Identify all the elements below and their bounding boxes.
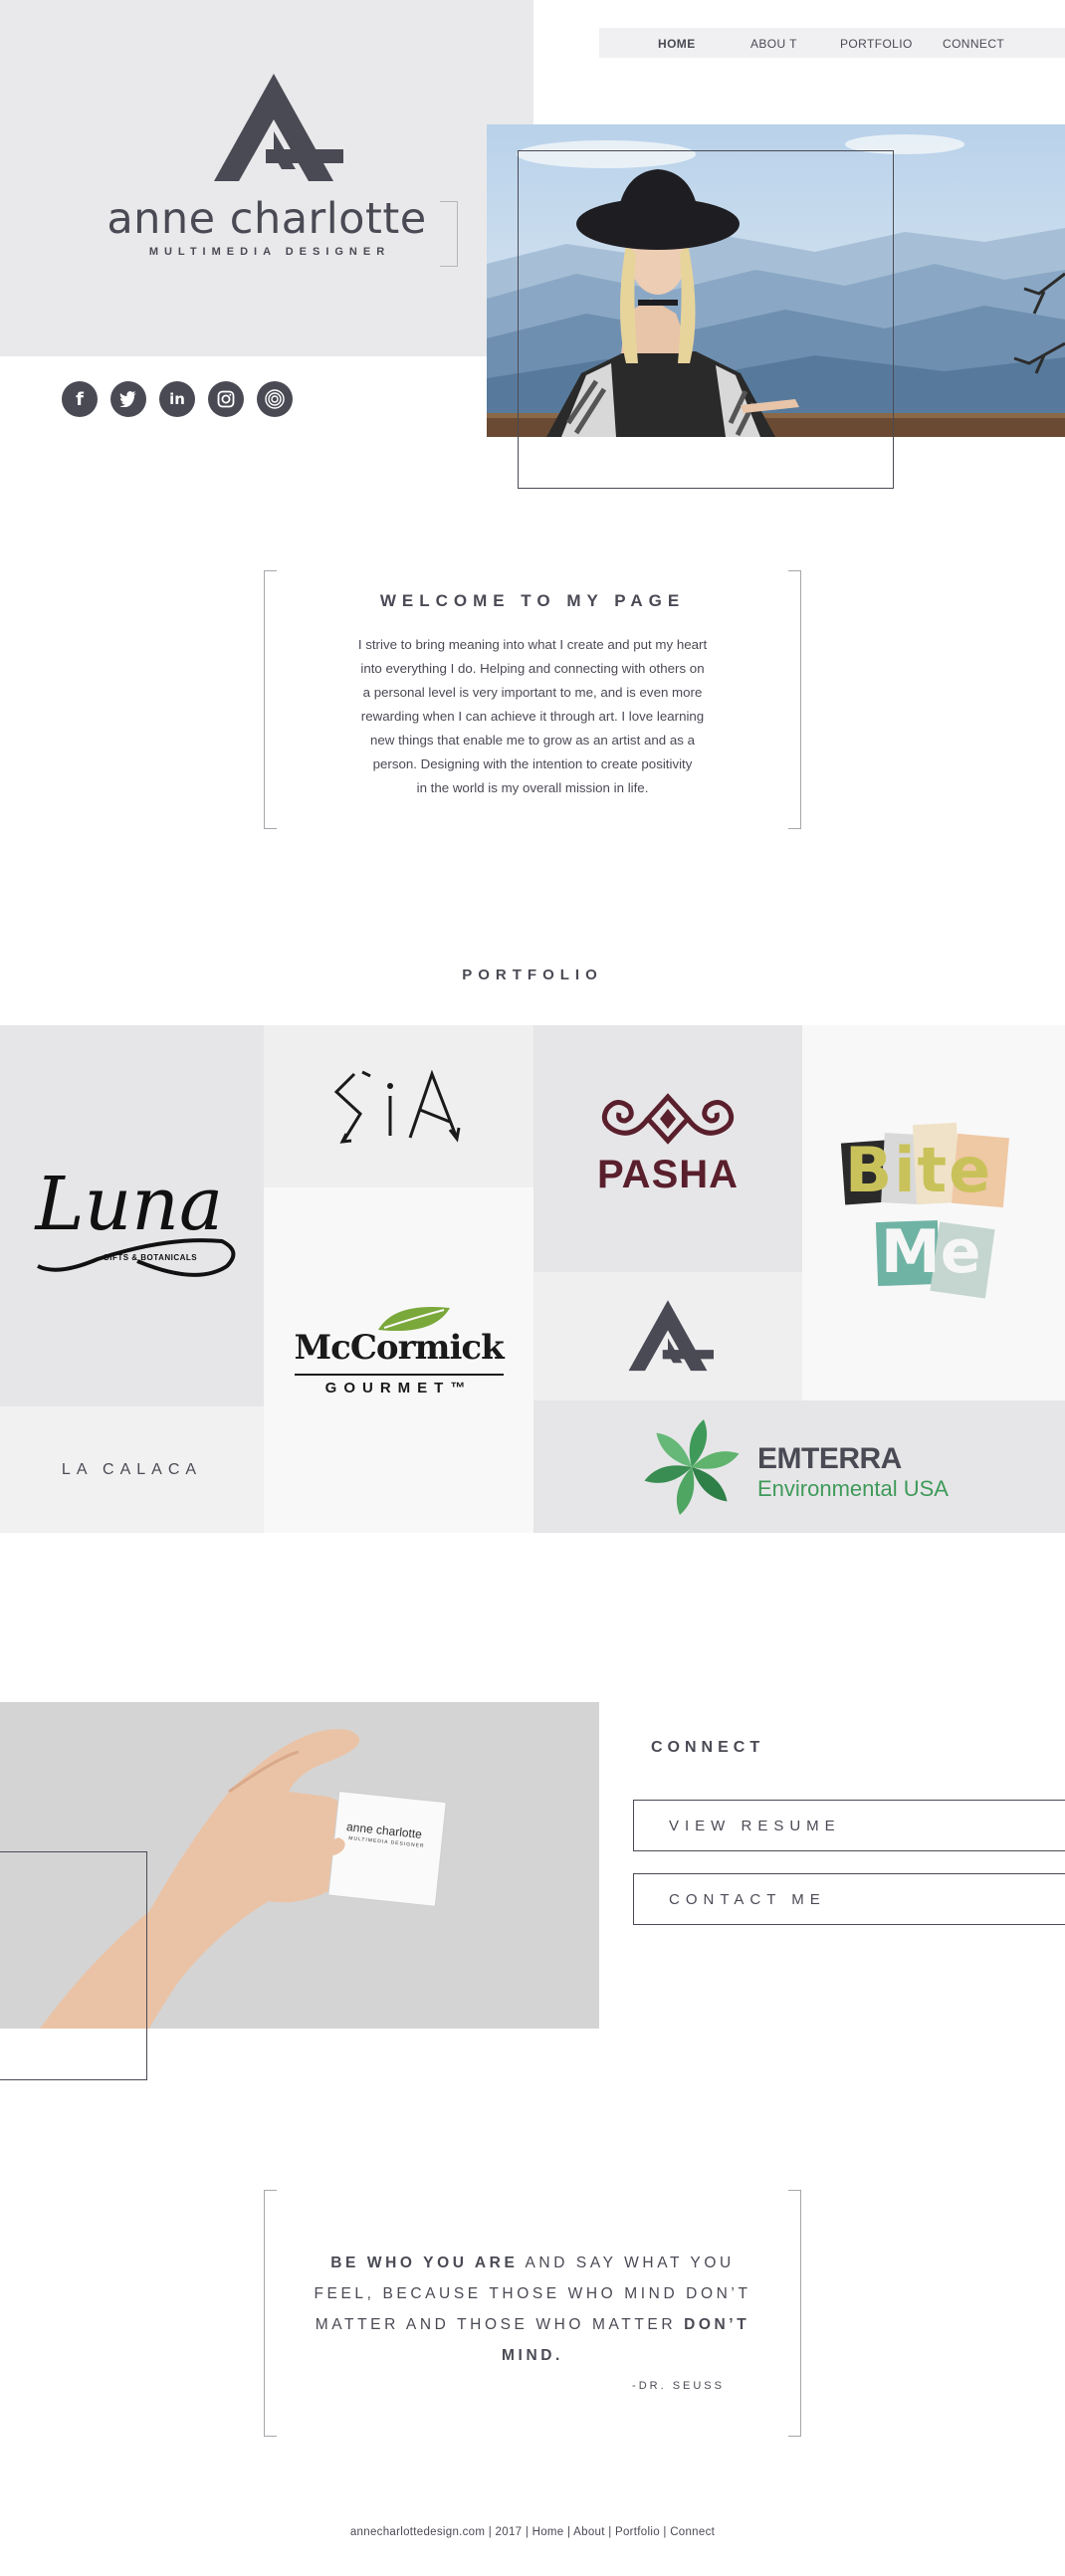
portfolio-tile-emterra[interactable]: EMTERRA Environmental USA — [533, 1400, 1065, 1533]
pasha-ornament-icon — [601, 1093, 735, 1145]
contact-me-button[interactable]: CONTACT ME — [633, 1873, 1065, 1925]
luna-wordmark: Luna — [35, 1161, 224, 1247]
footer: annecharlottedesign.com | 2017 | Home | … — [349, 2526, 716, 2538]
footer-year: 2017 — [495, 2526, 523, 2538]
welcome-line: person. Designing with the intention to … — [372, 756, 693, 771]
nav-item-home[interactable]: HOME — [658, 37, 696, 51]
mccormick-wordmark: McCormick — [294, 1327, 505, 1368]
emterra-pinwheel-icon — [644, 1418, 740, 1515]
bite-word: Bite — [845, 1133, 993, 1206]
sia-logo-icon — [333, 1069, 460, 1144]
welcome-line: a personal level is very important to me… — [362, 685, 703, 700]
welcome-line: in the world is my overall mission in li… — [416, 780, 649, 795]
mccormick-divider — [294, 1373, 504, 1376]
portfolio-tile-sia[interactable] — [264, 1025, 533, 1187]
welcome-line: rewarding when I can achieve it through … — [360, 709, 705, 724]
footer-link-connect[interactable]: Connect — [670, 2526, 715, 2538]
instagram-icon[interactable] — [208, 381, 244, 417]
welcome-text: I strive to bring meaning into what I cr… — [333, 633, 732, 800]
nav-item-portfolio[interactable]: PORTFOLIO — [840, 37, 913, 51]
social-links: f in — [62, 381, 293, 417]
welcome-line: into everything I do. Helping and connec… — [360, 661, 705, 676]
portfolio-tile-la-calaca[interactable]: LA CALACA — [0, 1406, 264, 1533]
nav-item-about[interactable]: ABOU T — [750, 37, 797, 51]
twitter-icon[interactable] — [110, 381, 146, 417]
quote-text: BE WHO YOU ARE AND SAY WHAT YOU FEEL, BE… — [299, 2248, 766, 2371]
mccormick-logo: McCormick GOURMET™ — [294, 1306, 505, 1415]
la-calaca-label: LA CALACA — [61, 1460, 203, 1478]
luna-logo: Luna GIFTS & BOTANICALS — [18, 1142, 247, 1291]
quote-author: -DR. SEUSS — [632, 2380, 725, 2392]
welcome-heading: WELCOME TO MY PAGE — [379, 591, 686, 610]
hero-photo-frame — [518, 150, 894, 489]
luna-subtitle: GIFTS & BOTANICALS — [103, 1252, 198, 1262]
top-navigation: HOME ABOU T PORTFOLIO CONNECT — [599, 28, 1065, 58]
connect-photo-frame — [0, 1851, 147, 2080]
linkedin-icon[interactable]: in — [159, 381, 195, 417]
connect-heading: CONNECT — [651, 1739, 765, 1756]
footer-link-portfolio[interactable]: Portfolio — [615, 2526, 660, 2538]
target-icon[interactable] — [257, 381, 293, 417]
me-word: Me — [881, 1216, 981, 1287]
mccormick-subtitle: GOURMET™ — [324, 1379, 473, 1396]
facebook-icon[interactable]: f — [62, 381, 98, 417]
emterra-wordmark: EMTERRA — [757, 1441, 902, 1475]
anne-charlotte-mark-icon — [628, 1299, 714, 1371]
portfolio-heading: PORTFOLIO — [462, 966, 603, 983]
welcome-line: new things that enable me to grow as an … — [370, 733, 695, 748]
nav-item-connect[interactable]: CONNECT — [943, 37, 1004, 51]
footer-site[interactable]: annecharlottedesign.com — [350, 2526, 485, 2538]
bite-me-logo: Bite Me — [839, 1114, 1028, 1313]
anne-charlotte-logo-icon[interactable] — [204, 70, 343, 189]
quote-emphasis: BE WHO YOU ARE — [330, 2254, 519, 2271]
welcome-line: I strive to bring meaning into what I cr… — [357, 637, 708, 652]
portfolio-tile-pasha[interactable]: PASHA — [533, 1025, 802, 1272]
pasha-wordmark: PASHA — [596, 1153, 740, 1196]
portfolio-tile-anne-charlotte[interactable] — [533, 1272, 802, 1400]
pasha-logo: PASHA — [583, 1089, 752, 1208]
portfolio-tile-luna[interactable]: Luna GIFTS & BOTANICALS — [0, 1025, 264, 1406]
portfolio-tile-bite-me[interactable]: Bite Me — [802, 1025, 1065, 1400]
footer-link-home[interactable]: Home — [532, 2526, 564, 2538]
portfolio-tile-mccormick[interactable]: McCormick GOURMET™ — [264, 1187, 533, 1533]
footer-link-about[interactable]: About — [573, 2526, 605, 2538]
view-resume-button[interactable]: VIEW RESUME — [633, 1800, 1065, 1851]
emterra-logo: EMTERRA Environmental USA — [640, 1412, 958, 1522]
emterra-subtitle: Environmental USA — [757, 1475, 949, 1501]
brand-bracket-decoration — [440, 201, 458, 267]
